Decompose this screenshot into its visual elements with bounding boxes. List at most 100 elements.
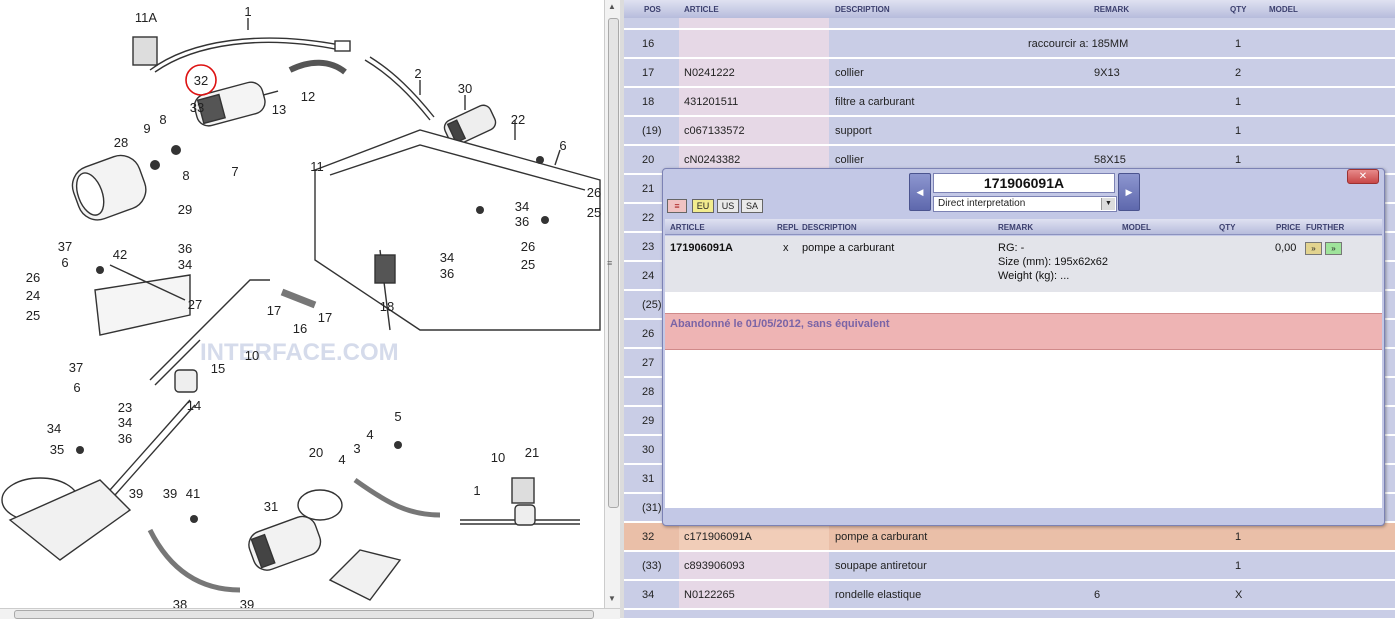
callout-label[interactable]: 32 [194,73,208,88]
scroll-up-icon[interactable]: ▲ [608,2,616,11]
row-pos: 18 [642,96,655,108]
callout-label[interactable]: 5 [394,409,401,424]
callout-label[interactable]: 18 [380,299,394,314]
row-article[interactable]: N0122265 [684,589,735,601]
popup-part-row[interactable]: 171906091A x pompe a carburant RG: - Siz… [665,236,1382,292]
callout-label[interactable]: 25 [26,308,40,323]
callout-label[interactable]: 17 [267,303,281,318]
callout-label[interactable]: 35 [50,442,64,457]
callout-label[interactable]: 25 [521,257,535,272]
callout-label[interactable]: 17 [318,310,332,325]
callout-label[interactable]: 1 [473,483,480,498]
row-article[interactable]: cN0243382 [684,154,740,166]
row-article[interactable]: 431201511 [684,96,738,108]
table-row[interactable]: (19) c067133572 support 1 [624,117,1395,146]
callout-label[interactable]: 8 [159,112,166,127]
table-row[interactable]: 18 431201511 filtre a carburant 1 [624,88,1395,117]
callout-label[interactable]: 34 [515,199,529,214]
callout-label[interactable]: 7 [231,164,238,179]
callout-label[interactable]: 39 [129,486,143,501]
callout-label[interactable]: 13 [272,102,286,117]
article-number-field[interactable]: 171906091A [933,173,1115,193]
callout-label[interactable]: 11 [310,159,324,174]
callout-label[interactable]: 20 [309,445,323,460]
further-info-button[interactable]: » [1305,242,1322,255]
callout-label[interactable]: 39 [163,486,177,501]
region-tag-eu[interactable]: EU [692,199,714,213]
callout-label[interactable]: 36 [118,431,132,446]
callout-label[interactable]: 34 [440,250,454,265]
callout-label[interactable]: 38 [173,597,187,608]
callout-label[interactable]: 12 [301,89,315,104]
callout-label[interactable]: 15 [211,361,225,376]
callout-label[interactable]: 6 [73,380,80,395]
callout-label[interactable]: 29 [178,202,192,217]
callout-label[interactable]: 31 [264,499,278,514]
callout-label[interactable]: 1 [244,4,251,19]
splitter-grip-icon[interactable]: ≡ [607,258,612,268]
callout-label[interactable]: 6 [559,138,566,153]
callout-label[interactable]: 33 [190,100,204,115]
callout-label[interactable]: 21 [525,445,539,460]
callout-label[interactable]: 36 [178,241,192,256]
table-row[interactable]: 32 c171906091A pompe a carburant 1 [624,523,1395,552]
callout-label[interactable]: 10 [491,450,505,465]
callout-label[interactable]: 10 [245,348,259,363]
callout-label[interactable]: 36 [515,214,529,229]
popup-header-qty: QTY [1219,223,1236,232]
callout-label[interactable]: 36 [440,266,454,281]
row-qty: 1 [1235,560,1242,572]
table-row[interactable]: 16 raccourcir a: 185MM 1 [624,30,1395,59]
callout-label[interactable]: 26 [587,185,601,200]
parts-diagram[interactable]: INTERFACE.COM 1 11A 32 33 13 12 2 30 8 9 28 8 7 11 22 6… [0,0,604,608]
next-article-button[interactable]: ▶ [1118,173,1140,211]
callout-label[interactable]: 37 [69,360,83,375]
callout-label[interactable]: 34 [118,415,132,430]
diagram-vertical-scrollbar[interactable]: ▲ ▼ [604,0,621,608]
callout-label[interactable]: 3 [353,441,360,456]
callout-label[interactable]: 16 [293,321,307,336]
table-row[interactable]: 17 N0241222 collier 9X13 2 [624,59,1395,88]
callout-label[interactable]: 34 [47,421,61,436]
callout-label[interactable]: 25 [587,205,601,220]
callout-label[interactable]: 27 [188,297,202,312]
parts-table-header: POS ARTICLE DESCRIPTION REMARK QTY MODEL [624,0,1395,19]
scroll-down-icon[interactable]: ▼ [608,594,616,603]
diagram-horizontal-scrollbar[interactable] [0,608,620,619]
callout-label[interactable]: 24 [26,288,40,303]
table-row[interactable]: 34 N0122265 rondelle elastique 6 X [624,581,1395,610]
callout-label[interactable]: 42 [113,247,127,262]
row-article[interactable]: c893906093 [684,560,745,572]
callout-label[interactable]: 6 [61,255,68,270]
callout-label[interactable]: 4 [338,452,345,467]
callout-label[interactable]: 22 [511,112,525,127]
callout-label[interactable]: 23 [118,400,132,415]
callout-label[interactable]: 14 [187,398,201,413]
row-article[interactable]: c067133572 [684,125,745,137]
chevron-down-icon[interactable]: ▼ [1101,198,1115,210]
row-article[interactable]: c171906091A [684,531,752,543]
callout-label[interactable]: 11A [135,10,157,25]
callout-label[interactable]: 41 [186,486,200,501]
menu-icon[interactable]: ≡ [667,199,687,213]
callout-label[interactable]: 37 [58,239,72,254]
callout-label[interactable]: 34 [178,257,192,272]
callout-label[interactable]: 8 [182,168,189,183]
callout-label[interactable]: 26 [521,239,535,254]
callout-label[interactable]: 4 [366,427,373,442]
callout-label[interactable]: 28 [114,135,128,150]
table-row[interactable]: (33) c893906093 soupape antiretour 1 [624,552,1395,581]
region-tag-us[interactable]: US [717,199,739,213]
callout-label[interactable]: 30 [458,81,472,96]
callout-label[interactable]: 2 [414,66,421,81]
callout-label[interactable]: 39 [240,597,254,608]
row-pos: 26 [642,328,655,340]
previous-article-button[interactable]: ◀ [909,173,931,211]
row-article[interactable]: N0241222 [684,67,735,79]
add-to-cart-button[interactable]: » [1325,242,1342,255]
callout-label[interactable]: 26 [26,270,40,285]
interpretation-select[interactable]: Direct interpretation ▼ [933,196,1117,212]
close-popup-button[interactable]: ✕ [1347,169,1379,184]
region-tag-sa[interactable]: SA [741,199,763,213]
callout-label[interactable]: 9 [143,121,150,136]
